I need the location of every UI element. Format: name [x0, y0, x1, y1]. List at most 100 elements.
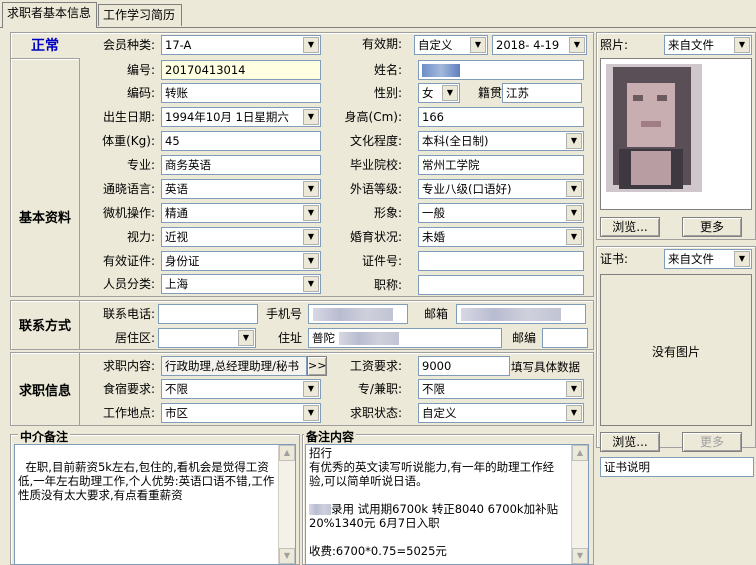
chevron-down-icon: ▼: [303, 405, 319, 421]
id-type-select[interactable]: 身份证 ▼: [161, 251, 321, 271]
chevron-down-icon: ▼: [566, 133, 582, 149]
email-field[interactable]: [456, 304, 586, 324]
certificate-browse-button[interactable]: 浏览...: [600, 432, 660, 452]
expand-job-content-button[interactable]: >>: [307, 356, 327, 376]
mobile-field[interactable]: [308, 304, 408, 324]
scroll-up-icon[interactable]: ▲: [572, 445, 588, 461]
certificate-description-field[interactable]: 证书说明: [600, 457, 754, 477]
name-field[interactable]: [418, 60, 584, 80]
redacted-mobile: [313, 308, 393, 321]
job-content-field[interactable]: 行政助理,总经理助理/秘书: [161, 356, 307, 376]
education-select[interactable]: 本科(全日制) ▼: [418, 131, 584, 151]
address-field[interactable]: 普陀: [308, 328, 502, 348]
chevron-down-icon: ▼: [303, 229, 319, 245]
basic-label-box: [10, 58, 80, 297]
fulltime-label: 专/兼职:: [357, 382, 402, 396]
redacted-email: [461, 308, 561, 321]
chevron-down-icon: ▼: [303, 205, 319, 221]
candidate-photo: [601, 59, 751, 209]
image-label: 形象:: [373, 206, 402, 220]
certificate-source-select[interactable]: 来自文件 ▼: [664, 249, 752, 269]
certificate-more-button[interactable]: 更多: [682, 432, 742, 452]
fulltime-select[interactable]: 不限 ▼: [418, 379, 584, 399]
location-select[interactable]: 市区 ▼: [161, 403, 321, 423]
member-type-select[interactable]: 17-A ▼: [161, 35, 321, 55]
address-label: 住址: [277, 331, 302, 345]
validity-date-picker[interactable]: 2018- 4-19 ▼: [492, 35, 587, 55]
education-label: 文化程度:: [349, 134, 402, 148]
number-field[interactable]: 20170413014: [161, 60, 321, 80]
job-status-select[interactable]: 自定义 ▼: [418, 403, 584, 423]
marital-select[interactable]: 未婚 ▼: [418, 227, 584, 247]
scrollbar[interactable]: ▲ ▼: [278, 445, 295, 564]
postcode-field[interactable]: [542, 328, 588, 348]
weight-label: 体重(Kg):: [102, 134, 155, 148]
remarks-memo-textarea[interactable]: 招行 有优秀的英文读写听说能力,有一年的助理工作经验,可以简单听说日语。 录用 …: [305, 444, 589, 565]
remarks-line: 收费:6700*0.75=5025元: [309, 544, 447, 558]
computer-label: 微机操作:: [102, 206, 155, 220]
vision-label: 视力:: [126, 230, 155, 244]
redacted-company: [309, 504, 331, 515]
job-status-label: 求职状态:: [349, 406, 402, 420]
name-label: 姓名:: [373, 63, 402, 77]
agent-memo-title: 中介备注: [18, 428, 71, 445]
scroll-down-icon[interactable]: ▼: [279, 548, 295, 564]
section-contact-title: 联系方式: [18, 319, 71, 334]
no-image-text: 没有图片: [651, 345, 700, 359]
birth-date-picker[interactable]: 1994年10月 1日星期六 ▼: [161, 107, 321, 127]
chevron-down-icon: ▼: [238, 330, 254, 346]
vision-select[interactable]: 近视 ▼: [161, 227, 321, 247]
validity-label: 有效期:: [361, 37, 402, 51]
native-field[interactable]: 江苏: [502, 83, 582, 103]
code-field[interactable]: 转账: [161, 83, 321, 103]
photo-more-button[interactable]: 更多: [682, 217, 742, 237]
tab-baseline: [0, 27, 756, 28]
agent-memo-textarea[interactable]: 在职,目前薪资5k左右,包住的,看机会是觉得工资低,一年左右助理工作,个人优势:…: [14, 444, 296, 565]
scroll-down-icon[interactable]: ▼: [572, 548, 588, 564]
title-field[interactable]: [418, 275, 584, 295]
image-select[interactable]: 一般 ▼: [418, 203, 584, 223]
tab-resume[interactable]: 工作学习简历: [98, 4, 182, 26]
person-type-label: 人员分类:: [102, 277, 155, 291]
chevron-down-icon: ▼: [303, 253, 319, 269]
photo-browse-button[interactable]: 浏览...: [600, 217, 660, 237]
tab-basic-info[interactable]: 求职者基本信息: [2, 2, 97, 28]
school-field[interactable]: 常州工学院: [418, 155, 584, 175]
id-number-field[interactable]: [418, 251, 584, 271]
code-label: 编码:: [126, 86, 155, 100]
foreign-level-select[interactable]: 专业八级(口语好) ▼: [418, 179, 584, 199]
chevron-down-icon: ▼: [566, 229, 582, 245]
scrollbar[interactable]: ▲ ▼: [571, 445, 588, 564]
gender-select[interactable]: 女 ▼: [418, 83, 460, 103]
person-type-select[interactable]: 上海 ▼: [161, 274, 321, 294]
salary-field[interactable]: 9000: [418, 356, 510, 376]
agent-memo-text: 在职,目前薪资5k左右,包住的,看机会是觉得工资低,一年左右助理工作,个人优势:…: [18, 460, 275, 502]
school-label: 毕业院校:: [349, 158, 402, 172]
validity-select[interactable]: 自定义 ▼: [414, 35, 488, 55]
chevron-down-icon: ▼: [734, 251, 750, 267]
status-label: 正常: [31, 38, 59, 54]
height-field[interactable]: 166: [418, 107, 584, 127]
chevron-down-icon: ▼: [566, 381, 582, 397]
phone-field[interactable]: [158, 304, 258, 324]
computer-select[interactable]: 精通 ▼: [161, 203, 321, 223]
remarks-line: 录用 试用期6700k 转正8040 6700k加补贴20%1340元 6月7日…: [309, 502, 559, 530]
weight-field[interactable]: 45: [161, 131, 321, 151]
scroll-up-icon[interactable]: ▲: [279, 445, 295, 461]
email-label: 邮箱: [423, 307, 448, 321]
gender-label: 性别:: [373, 86, 402, 100]
height-label: 身高(Cm):: [344, 110, 402, 124]
major-field[interactable]: 商务英语: [161, 155, 321, 175]
language-select[interactable]: 英语 ▼: [161, 179, 321, 199]
salary-label: 工资要求:: [349, 359, 402, 373]
language-label: 通晓语言:: [102, 182, 155, 196]
lodging-select[interactable]: 不限 ▼: [161, 379, 321, 399]
redacted-name: [422, 64, 460, 77]
chevron-down-icon: ▼: [442, 85, 458, 101]
photo-source-select[interactable]: 来自文件 ▼: [664, 35, 752, 55]
member-type-label: 会员种类:: [102, 38, 155, 52]
location-label: 工作地点:: [102, 406, 155, 420]
birth-label: 出生日期:: [102, 110, 155, 124]
native-label: 籍贯: [477, 86, 502, 100]
district-select[interactable]: ▼: [158, 328, 256, 348]
